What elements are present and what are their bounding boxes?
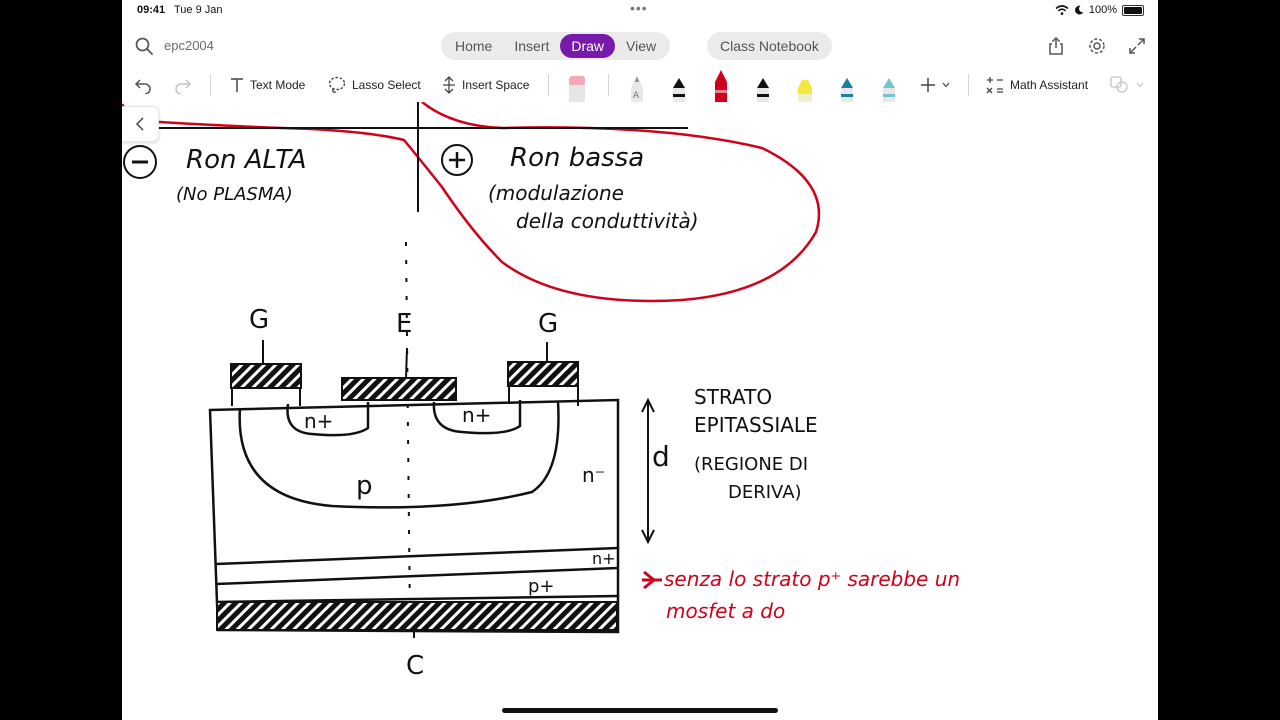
lasso-icon [328,76,346,93]
text-mode-icon [231,78,243,92]
text-mode-button[interactable]: Text Mode [230,68,305,102]
deriva-label: DERIVA) [728,482,802,503]
gate-right-label: G [538,309,558,339]
n-plus-left-label: n+ [304,409,333,433]
tab-draw[interactable]: Draw [560,34,616,58]
tab-home[interactable]: Home [444,34,503,58]
emitter-metal [341,377,457,401]
chevron-down-icon [942,82,950,88]
status-indicators: 100% [1055,4,1144,16]
red-pen-tool-icon[interactable] [710,68,732,102]
highlighter-tool-icon[interactable] [794,72,816,102]
status-date: Tue 9 Jan [174,4,223,16]
epitassiale-label: EPITASSIALE [694,413,818,437]
redo-button[interactable] [174,68,192,102]
collector-metal [216,601,618,631]
gate-left-metal [230,363,302,389]
wifi-icon [1055,5,1069,15]
chevron-left-icon [135,117,144,131]
search-icon[interactable] [134,36,154,56]
ron-bassa-label: Ron bassa [510,143,644,173]
status-time: 09:41 [137,4,166,16]
add-pen-button[interactable] [920,68,950,102]
gate-right-metal [507,361,579,387]
lasso-select-label: Lasso Select [352,78,421,92]
undo-button[interactable] [134,68,152,102]
gate-left-label: G [249,305,269,335]
battery-percent: 100% [1088,4,1117,16]
n-plus-buffer-line [215,546,619,566]
ribbon-tabs: Home Insert Draw View [441,32,671,60]
teal-pen-tool-icon[interactable] [836,72,858,102]
plus-icon [921,78,935,92]
red-note-line-1: senza lo strato p⁺ sarebbe un [664,567,960,591]
multitasking-dots-icon[interactable]: ••• [630,0,648,16]
math-assistant-button[interactable]: Math Assistant [986,68,1088,102]
ron-alta-label: Ron ALTA [186,145,307,175]
onenote-screen: 09:41 Tue 9 Jan ••• 100% epc2004 Home In… [122,0,1158,720]
strato-label: STRATO [694,385,772,409]
undo-icon [134,79,151,94]
expand-icon[interactable] [1127,36,1147,56]
p-plus-label: p+ [528,576,555,597]
insert-space-button[interactable]: Insert Space [442,68,529,102]
eraser-tool-icon[interactable] [566,72,588,102]
collector-label: C [406,651,424,681]
moon-icon [1074,5,1084,15]
tab-insert[interactable]: Insert [503,34,560,58]
tab-view[interactable]: View [615,34,667,58]
status-bar: 09:41 Tue 9 Jan ••• 100% [122,0,1158,22]
draw-toolbar: Text Mode Lasso Select Insert Space A Ma… [122,68,1158,102]
p-region-label: p [356,471,373,501]
red-note-line-2: mosfet a do [666,599,785,623]
chevron-down-icon [1136,82,1144,88]
black-pen-2-tool-icon[interactable] [752,72,774,102]
insert-space-label: Insert Space [462,78,530,92]
black-pen-tool-icon[interactable] [668,72,690,102]
regione-label: (REGIONE DI [694,454,808,475]
math-assistant-label: Math Assistant [1010,78,1089,92]
no-plasma-label: (No PLASMA) [176,184,293,205]
emitter-label: E [396,309,412,339]
n-minus-label: n⁻ [582,463,605,487]
class-notebook-button[interactable]: Class Notebook [707,32,832,60]
battery-icon [1122,4,1144,16]
center-dashed-line [405,241,411,623]
shapes-button[interactable] [1110,68,1144,102]
thickness-label: d [652,440,670,473]
share-icon[interactable] [1046,36,1066,56]
light-teal-pen-tool-icon[interactable] [878,72,900,102]
svg-text:A: A [633,91,640,101]
math-icon [986,77,1003,94]
pencil-tool-icon[interactable]: A [626,72,648,102]
home-indicator[interactable] [502,708,778,713]
back-button[interactable] [122,106,159,142]
shapes-icon [1110,76,1128,93]
redo-icon [175,79,192,94]
conduttivita-label: della conduttività) [516,209,699,233]
red-arrow [642,570,662,590]
n-plus-buffer-label: n+ [592,549,616,568]
note-canvas[interactable]: Ron ALTA (No PLASMA) Ron bassa (modulazi… [122,102,1158,720]
lasso-select-button[interactable]: Lasso Select [328,68,421,102]
gear-icon[interactable] [1087,36,1107,56]
text-mode-label: Text Mode [250,78,306,92]
notebook-name[interactable]: epc2004 [164,38,214,53]
insert-space-icon [443,76,455,94]
p-plus-line [215,566,619,586]
title-row: epc2004 Home Insert Draw View Class Note… [122,30,1158,62]
n-plus-right-label: n+ [462,403,491,427]
modulazione-label: (modulazione [488,181,624,205]
